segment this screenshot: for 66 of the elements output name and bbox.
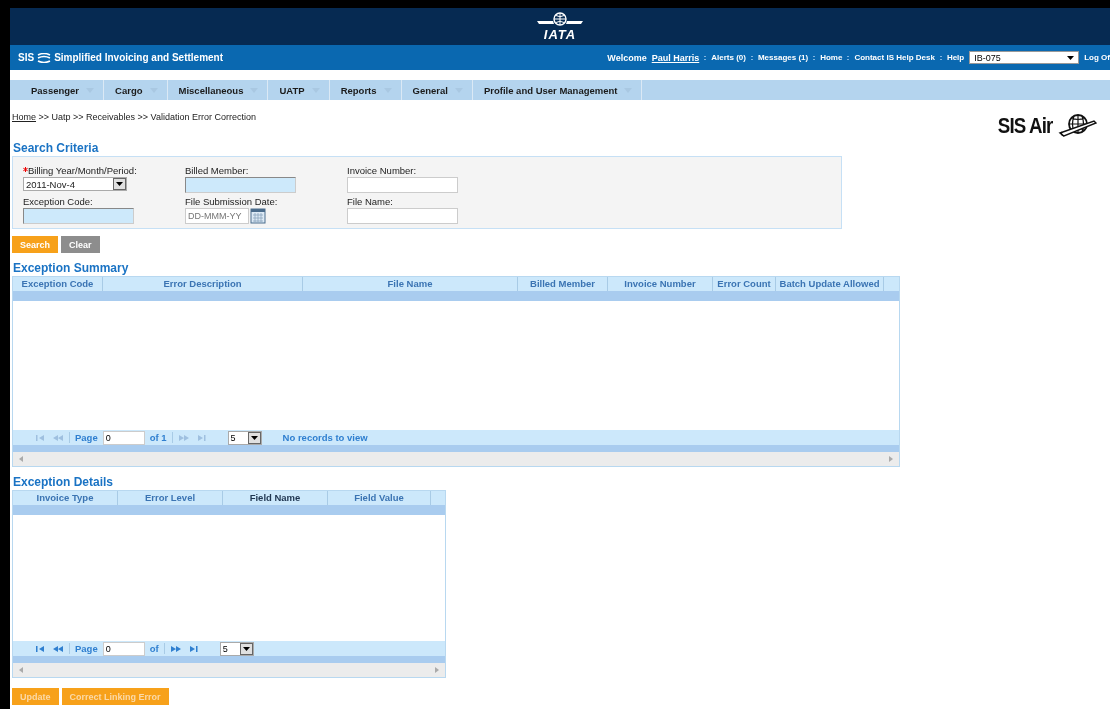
scroll-left-icon[interactable] [19, 667, 23, 673]
page-number-field[interactable]: 0 [102, 430, 145, 445]
menu-item[interactable]: Profile and User Management [472, 80, 643, 100]
required-asterisk-icon [23, 167, 28, 172]
records-status: No records to view [282, 432, 368, 443]
page-size-select[interactable]: 5 [219, 641, 254, 656]
horizontal-scrollbar[interactable] [13, 452, 899, 466]
breadcrumb-link[interactable]: Home [12, 112, 36, 122]
top-link[interactable]: Messages (1) [757, 53, 809, 62]
section-title: Exception Details [13, 475, 115, 489]
input-field[interactable] [347, 177, 458, 193]
calendar-icon[interactable] [250, 208, 266, 224]
date-field[interactable]: DD-MMM-YY [185, 208, 249, 224]
field-label: Invoice Number: [347, 165, 418, 176]
field-label: Billing Year/Month/Period: [23, 165, 185, 176]
member-select[interactable]: IB-075 [969, 51, 1080, 64]
section-title: Search Criteria [13, 141, 100, 155]
input-field[interactable] [347, 208, 458, 224]
iata-logo: IATA [535, 12, 585, 41]
menu-item[interactable]: UATP [268, 80, 330, 100]
app-name: Simplified Invoicing and Settlement [54, 52, 224, 63]
horizontal-scrollbar[interactable] [13, 663, 445, 677]
top-link[interactable]: Contact IS Help Desk [854, 53, 935, 62]
previous-page-icon[interactable] [52, 433, 64, 442]
menu-item[interactable]: Cargo [104, 80, 168, 100]
scroll-left-icon[interactable] [19, 456, 23, 462]
menu-item[interactable]: Passenger [20, 80, 105, 100]
breadcrumb-trail: >> Uatp >> Receivables >> Validation Error Correction [38, 112, 256, 122]
field-label: File Submission Date: [185, 196, 279, 207]
period-select[interactable]: 2011-Nov-4 [23, 177, 127, 191]
scroll-right-icon[interactable] [435, 667, 439, 673]
next-page-icon[interactable] [177, 433, 190, 442]
top-link[interactable]: Help [946, 53, 965, 62]
caret-icon[interactable] [1067, 55, 1075, 60]
section-title: Exception Summary [13, 261, 130, 275]
app-prefix: SIS [18, 52, 35, 63]
page-size-select[interactable]: 5 [227, 430, 262, 445]
globe-wings-icon [535, 12, 585, 28]
clear-button[interactable]: Clear [61, 236, 100, 253]
page-count: of 1 [149, 432, 167, 443]
input-field[interactable] [23, 208, 134, 224]
input-field[interactable] [185, 177, 296, 193]
sis-air-logo: SIS Air [992, 112, 1098, 140]
next-page-icon[interactable] [169, 644, 182, 653]
top-link[interactable]: Alerts (0) [711, 53, 746, 62]
field-label: Exception Code: [23, 196, 94, 207]
field-label: Billed Member: [185, 165, 250, 176]
caret-icon[interactable] [250, 435, 258, 440]
logout-link[interactable]: Log Of [1084, 53, 1110, 62]
menu-item[interactable]: Reports [329, 80, 402, 100]
caret-icon[interactable] [116, 182, 123, 186]
page-label: Page [75, 432, 98, 443]
top-link[interactable]: Home [820, 53, 843, 62]
page-number-field[interactable]: 0 [102, 641, 145, 656]
caret-icon[interactable] [242, 646, 250, 651]
page-label: Page [75, 643, 98, 654]
page-count: of [149, 643, 159, 654]
menu-item[interactable]: Miscellaneous [167, 80, 269, 100]
welcome-text: Welcome [607, 52, 647, 63]
field-label: File Name: [347, 196, 394, 207]
first-page-icon[interactable] [35, 644, 47, 653]
stacked-arrows-icon [37, 52, 52, 63]
user-name-link[interactable]: Paul Harris [651, 52, 700, 63]
scroll-right-icon[interactable] [889, 456, 893, 462]
menu-item[interactable]: General [401, 80, 473, 100]
previous-page-icon[interactable] [52, 644, 64, 653]
